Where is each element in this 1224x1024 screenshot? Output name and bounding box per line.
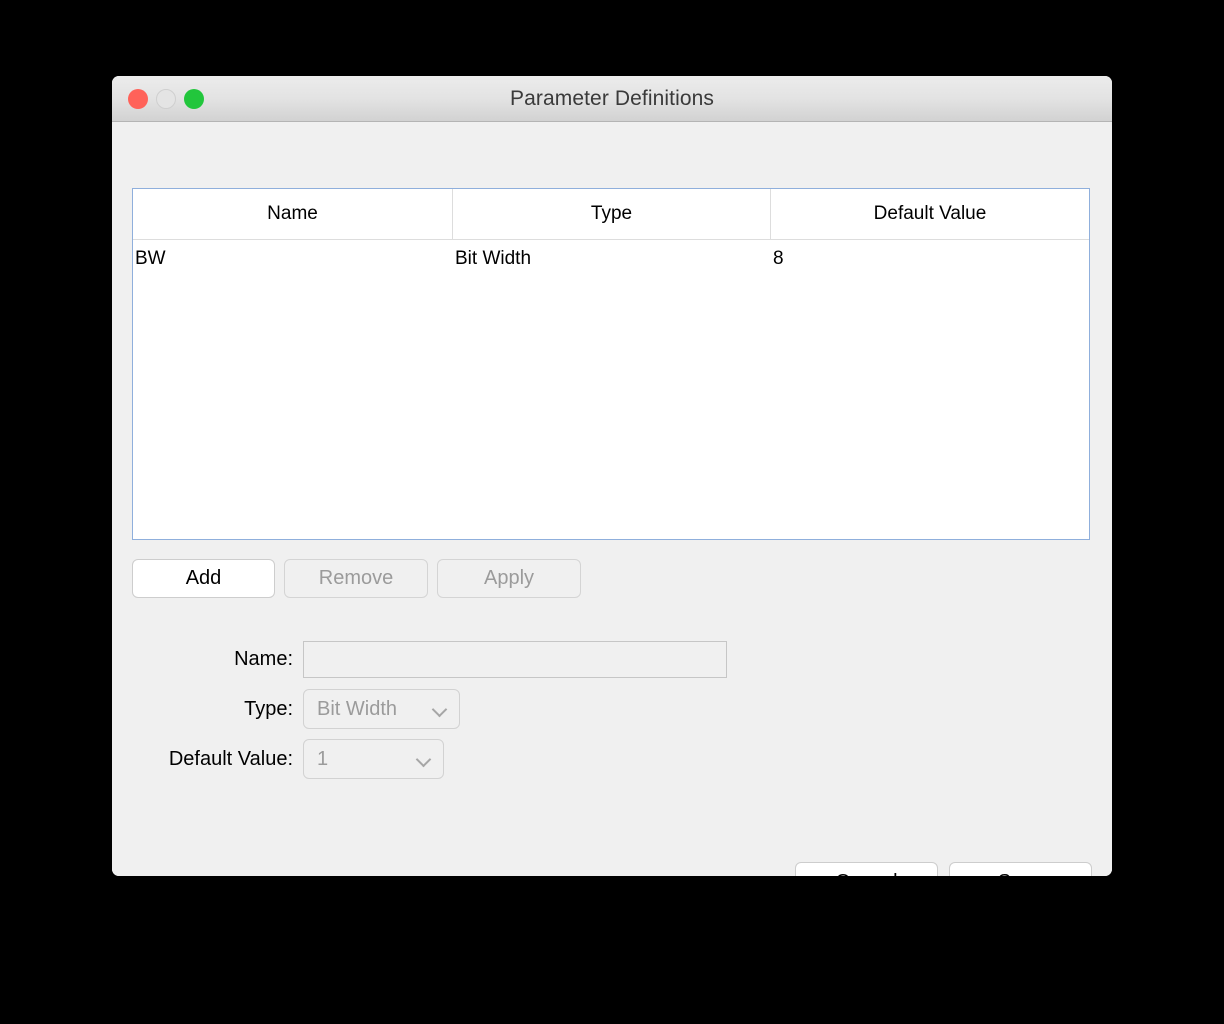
window-titlebar: Parameter Definitions bbox=[112, 76, 1112, 122]
apply-button: Apply bbox=[437, 559, 581, 598]
table-header-row: Name Type Default Value bbox=[133, 189, 1089, 240]
name-label: Name: bbox=[234, 647, 293, 670]
remove-button: Remove bbox=[284, 559, 428, 598]
parameters-table: Name Type Default Value BW Bit Width 8 bbox=[132, 188, 1090, 540]
table-body: BW Bit Width 8 bbox=[133, 240, 1089, 278]
window-controls bbox=[128, 88, 204, 109]
maximize-window-icon[interactable] bbox=[184, 88, 204, 109]
default-value-select: 1 bbox=[303, 739, 444, 779]
save-button[interactable]: Save bbox=[949, 862, 1092, 876]
minimize-window-icon[interactable] bbox=[156, 88, 176, 109]
type-label: Type: bbox=[244, 697, 293, 720]
cell-default-value: 8 bbox=[773, 248, 784, 269]
parameter-form: Name: Type: Bit Width Default Value: 1 bbox=[132, 634, 832, 784]
form-row-name: Name: bbox=[132, 634, 832, 684]
default-value-label: Default Value: bbox=[168, 747, 293, 770]
dialog-footer: Cancel Save bbox=[795, 862, 1092, 876]
table-actions: Add Remove Apply bbox=[132, 559, 581, 598]
name-input[interactable] bbox=[303, 640, 727, 678]
column-header-type[interactable]: Type bbox=[453, 189, 771, 239]
column-header-default-value[interactable]: Default Value bbox=[771, 189, 1089, 239]
cell-name: BW bbox=[135, 248, 166, 269]
add-button[interactable]: Add bbox=[132, 559, 275, 598]
parameter-definitions-window: Parameter Definitions Name Type Default … bbox=[112, 76, 1112, 876]
chevron-down-icon bbox=[432, 701, 448, 717]
default-value-select-value: 1 bbox=[317, 747, 329, 770]
chevron-down-icon bbox=[416, 751, 432, 767]
dialog-content: Name Type Default Value BW Bit Width 8 A… bbox=[112, 122, 1112, 876]
form-row-type: Type: Bit Width bbox=[132, 684, 832, 734]
type-select-value: Bit Width bbox=[317, 697, 398, 720]
cell-type: Bit Width bbox=[455, 248, 532, 269]
cancel-button[interactable]: Cancel bbox=[795, 862, 938, 876]
table-row[interactable]: BW Bit Width 8 bbox=[133, 240, 1089, 278]
type-select: Bit Width bbox=[303, 689, 460, 729]
column-header-name[interactable]: Name bbox=[133, 189, 453, 239]
window-title: Parameter Definitions bbox=[509, 86, 715, 110]
close-window-icon[interactable] bbox=[128, 88, 148, 109]
form-row-default-value: Default Value: 1 bbox=[132, 734, 832, 784]
